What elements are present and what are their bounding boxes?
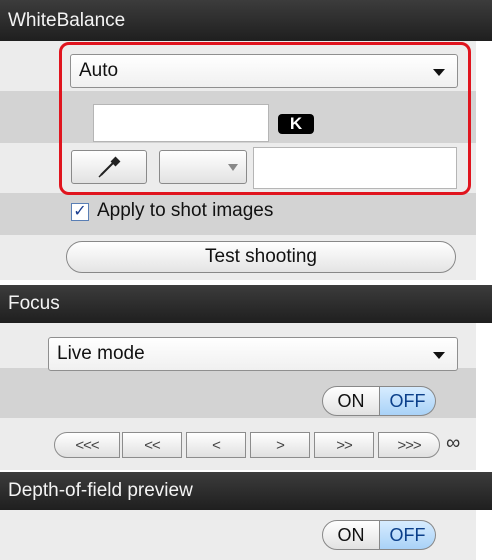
dof-on-button[interactable]: ON bbox=[322, 520, 380, 550]
focus-onoff-toggle: ON OFF bbox=[322, 386, 436, 416]
focus-on-button[interactable]: ON bbox=[322, 386, 380, 416]
focus-off-button[interactable]: OFF bbox=[380, 386, 436, 416]
focus-near-medium-button[interactable]: << bbox=[122, 432, 182, 458]
focus-step-label: > bbox=[276, 436, 285, 454]
test-shooting-label: Test shooting bbox=[205, 246, 317, 267]
dof-off-label: OFF bbox=[389, 524, 426, 545]
focus-step-label: >> bbox=[336, 436, 353, 454]
highlight-frame bbox=[59, 42, 471, 195]
dof-off-button[interactable]: OFF bbox=[380, 520, 436, 550]
dof-onoff-toggle: ON OFF bbox=[322, 520, 436, 550]
focus-far-medium-button[interactable]: >> bbox=[314, 432, 374, 458]
dof-preview-header: Depth-of-field preview bbox=[0, 472, 492, 510]
apply-to-shot-label: Apply to shot images bbox=[97, 200, 274, 221]
dof-preview-title: Depth-of-field preview bbox=[8, 480, 193, 501]
focus-on-label: ON bbox=[337, 390, 365, 411]
focus-mode-value: Live mode bbox=[57, 343, 145, 364]
focus-step-label: < bbox=[212, 436, 221, 454]
focus-step-label: >>> bbox=[397, 436, 421, 454]
focus-step-label: <<< bbox=[75, 436, 99, 454]
white-balance-title: WhiteBalance bbox=[8, 9, 126, 31]
test-shooting-button[interactable]: Test shooting bbox=[66, 241, 456, 273]
camera-settings-panel: WhiteBalance Auto K ✓ Apply to shot imag… bbox=[0, 0, 492, 560]
focus-far-small-button[interactable]: > bbox=[250, 432, 310, 458]
focus-title: Focus bbox=[8, 293, 60, 314]
checkmark-icon: ✓ bbox=[73, 203, 87, 220]
focus-mode-select[interactable]: Live mode bbox=[48, 337, 458, 371]
focus-step-label: << bbox=[144, 436, 161, 454]
focus-near-large-button[interactable]: <<< bbox=[54, 432, 120, 458]
dropdown-arrow-icon bbox=[433, 352, 445, 359]
focus-near-small-button[interactable]: < bbox=[186, 432, 246, 458]
apply-to-shot-checkbox[interactable]: ✓ bbox=[71, 203, 89, 221]
focus-off-label: OFF bbox=[389, 390, 426, 411]
infinity-icon: ∞ bbox=[446, 432, 461, 454]
white-balance-header: WhiteBalance bbox=[0, 0, 492, 41]
focus-far-large-button[interactable]: >>> bbox=[378, 432, 440, 458]
dof-on-label: ON bbox=[337, 524, 365, 545]
focus-header: Focus bbox=[0, 285, 492, 323]
